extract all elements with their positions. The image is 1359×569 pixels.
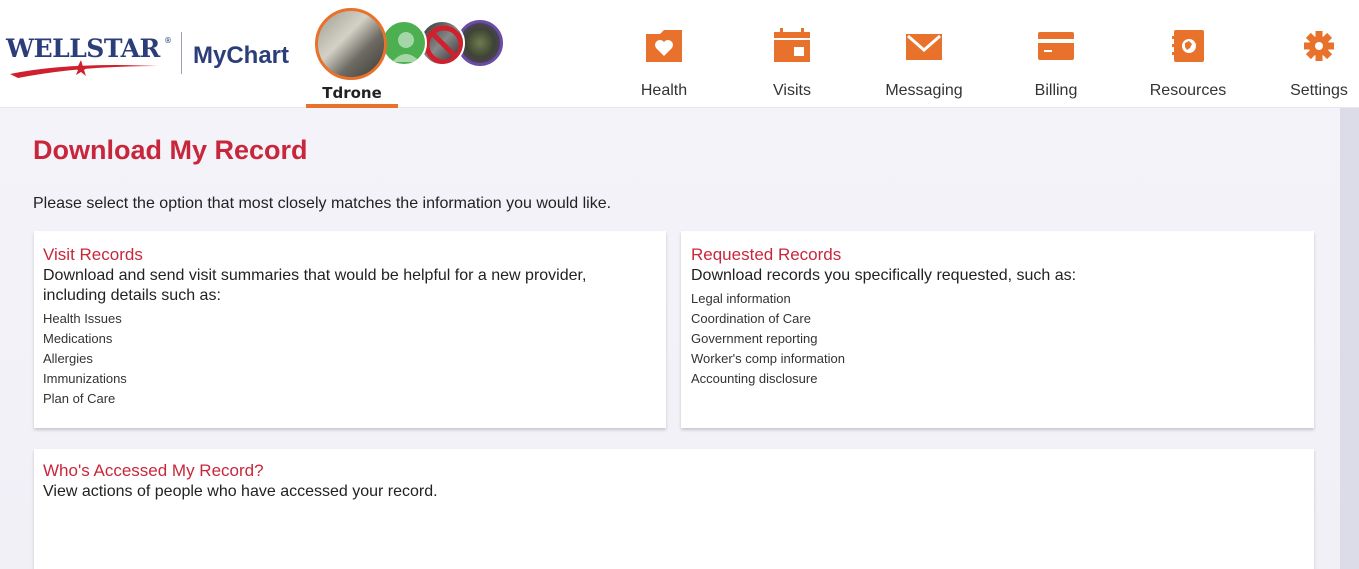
- page-scrollbar[interactable]: [1340, 108, 1359, 569]
- page-title: Download My Record: [33, 135, 308, 165]
- gear-icon: [1304, 31, 1334, 61]
- requested-records-card[interactable]: Requested Records Download records you s…: [681, 231, 1314, 428]
- list-item: Immunizations: [43, 371, 127, 386]
- nav-resources-label: Resources: [1149, 82, 1227, 99]
- nav-settings-label: Settings: [1290, 82, 1348, 99]
- envelope-icon: [906, 34, 942, 60]
- list-item: Health Issues: [43, 311, 122, 326]
- nav-visits[interactable]: Visits: [742, 28, 842, 108]
- accessed-record-card[interactable]: Who's Accessed My Record? View actions o…: [34, 449, 1314, 569]
- wellstar-mychart-logo[interactable]: WELLSTAR ® MyChart: [6, 22, 296, 82]
- blocked-icon: [424, 25, 463, 64]
- active-proxy-name[interactable]: Tdrone: [306, 84, 398, 102]
- person-icon: [392, 32, 420, 62]
- logo-mychart-text: MyChart: [193, 42, 290, 69]
- list-item: Worker's comp information: [691, 351, 845, 366]
- proxy-avatar-active[interactable]: [315, 8, 387, 80]
- list-item: Government reporting: [691, 331, 818, 346]
- logo-divider: [181, 32, 182, 74]
- requested-records-title[interactable]: Requested Records: [691, 245, 841, 265]
- nav-visits-label: Visits: [773, 82, 811, 99]
- accessed-record-title[interactable]: Who's Accessed My Record?: [43, 461, 264, 481]
- logo-registered-mark: ®: [164, 36, 172, 45]
- visit-records-title[interactable]: Visit Records: [43, 245, 143, 265]
- accessed-record-description: View actions of people who have accessed…: [43, 483, 438, 500]
- proxy-switcher[interactable]: [315, 8, 515, 88]
- list-item: Accounting disclosure: [691, 371, 818, 386]
- nav-messaging-label: Messaging: [885, 82, 963, 99]
- requested-records-list: Legal information Coordination of Care G…: [691, 289, 845, 389]
- list-item: Coordination of Care: [691, 311, 811, 326]
- list-item: Medications: [43, 331, 113, 346]
- visit-records-card[interactable]: Visit Records Download and send visit su…: [34, 231, 666, 428]
- credit-card-icon: [1038, 32, 1074, 60]
- calendar-icon: [774, 28, 810, 62]
- header-bar: WELLSTAR ® MyChart Tdrone Health Visits …: [0, 0, 1359, 108]
- visit-records-list: Health Issues Medications Allergies Immu…: [43, 309, 127, 409]
- nav-settings[interactable]: Settings: [1269, 28, 1359, 108]
- logo-swoosh-icon: [10, 60, 158, 78]
- nav-resources[interactable]: Resources: [1138, 28, 1238, 108]
- list-item: Plan of Care: [43, 391, 116, 406]
- list-item: Allergies: [43, 351, 93, 366]
- nav-health[interactable]: Health: [614, 28, 714, 108]
- nav-billing-label: Billing: [1034, 82, 1078, 99]
- nav-billing[interactable]: Billing: [1006, 28, 1106, 108]
- nav-health-label: Health: [640, 82, 688, 99]
- nav-messaging[interactable]: Messaging: [874, 28, 974, 108]
- main-content: Download My Record Please select the opt…: [0, 108, 1340, 569]
- requested-records-description: Download records you specifically reques…: [691, 267, 1077, 284]
- health-icon: [646, 30, 682, 62]
- page-intro: Please select the option that most close…: [33, 195, 612, 212]
- proxy-avatar-green[interactable]: [381, 20, 427, 66]
- book-icon: [1172, 30, 1204, 62]
- list-item: Legal information: [691, 291, 791, 306]
- visit-records-description: Download and send visit summaries that w…: [43, 267, 587, 304]
